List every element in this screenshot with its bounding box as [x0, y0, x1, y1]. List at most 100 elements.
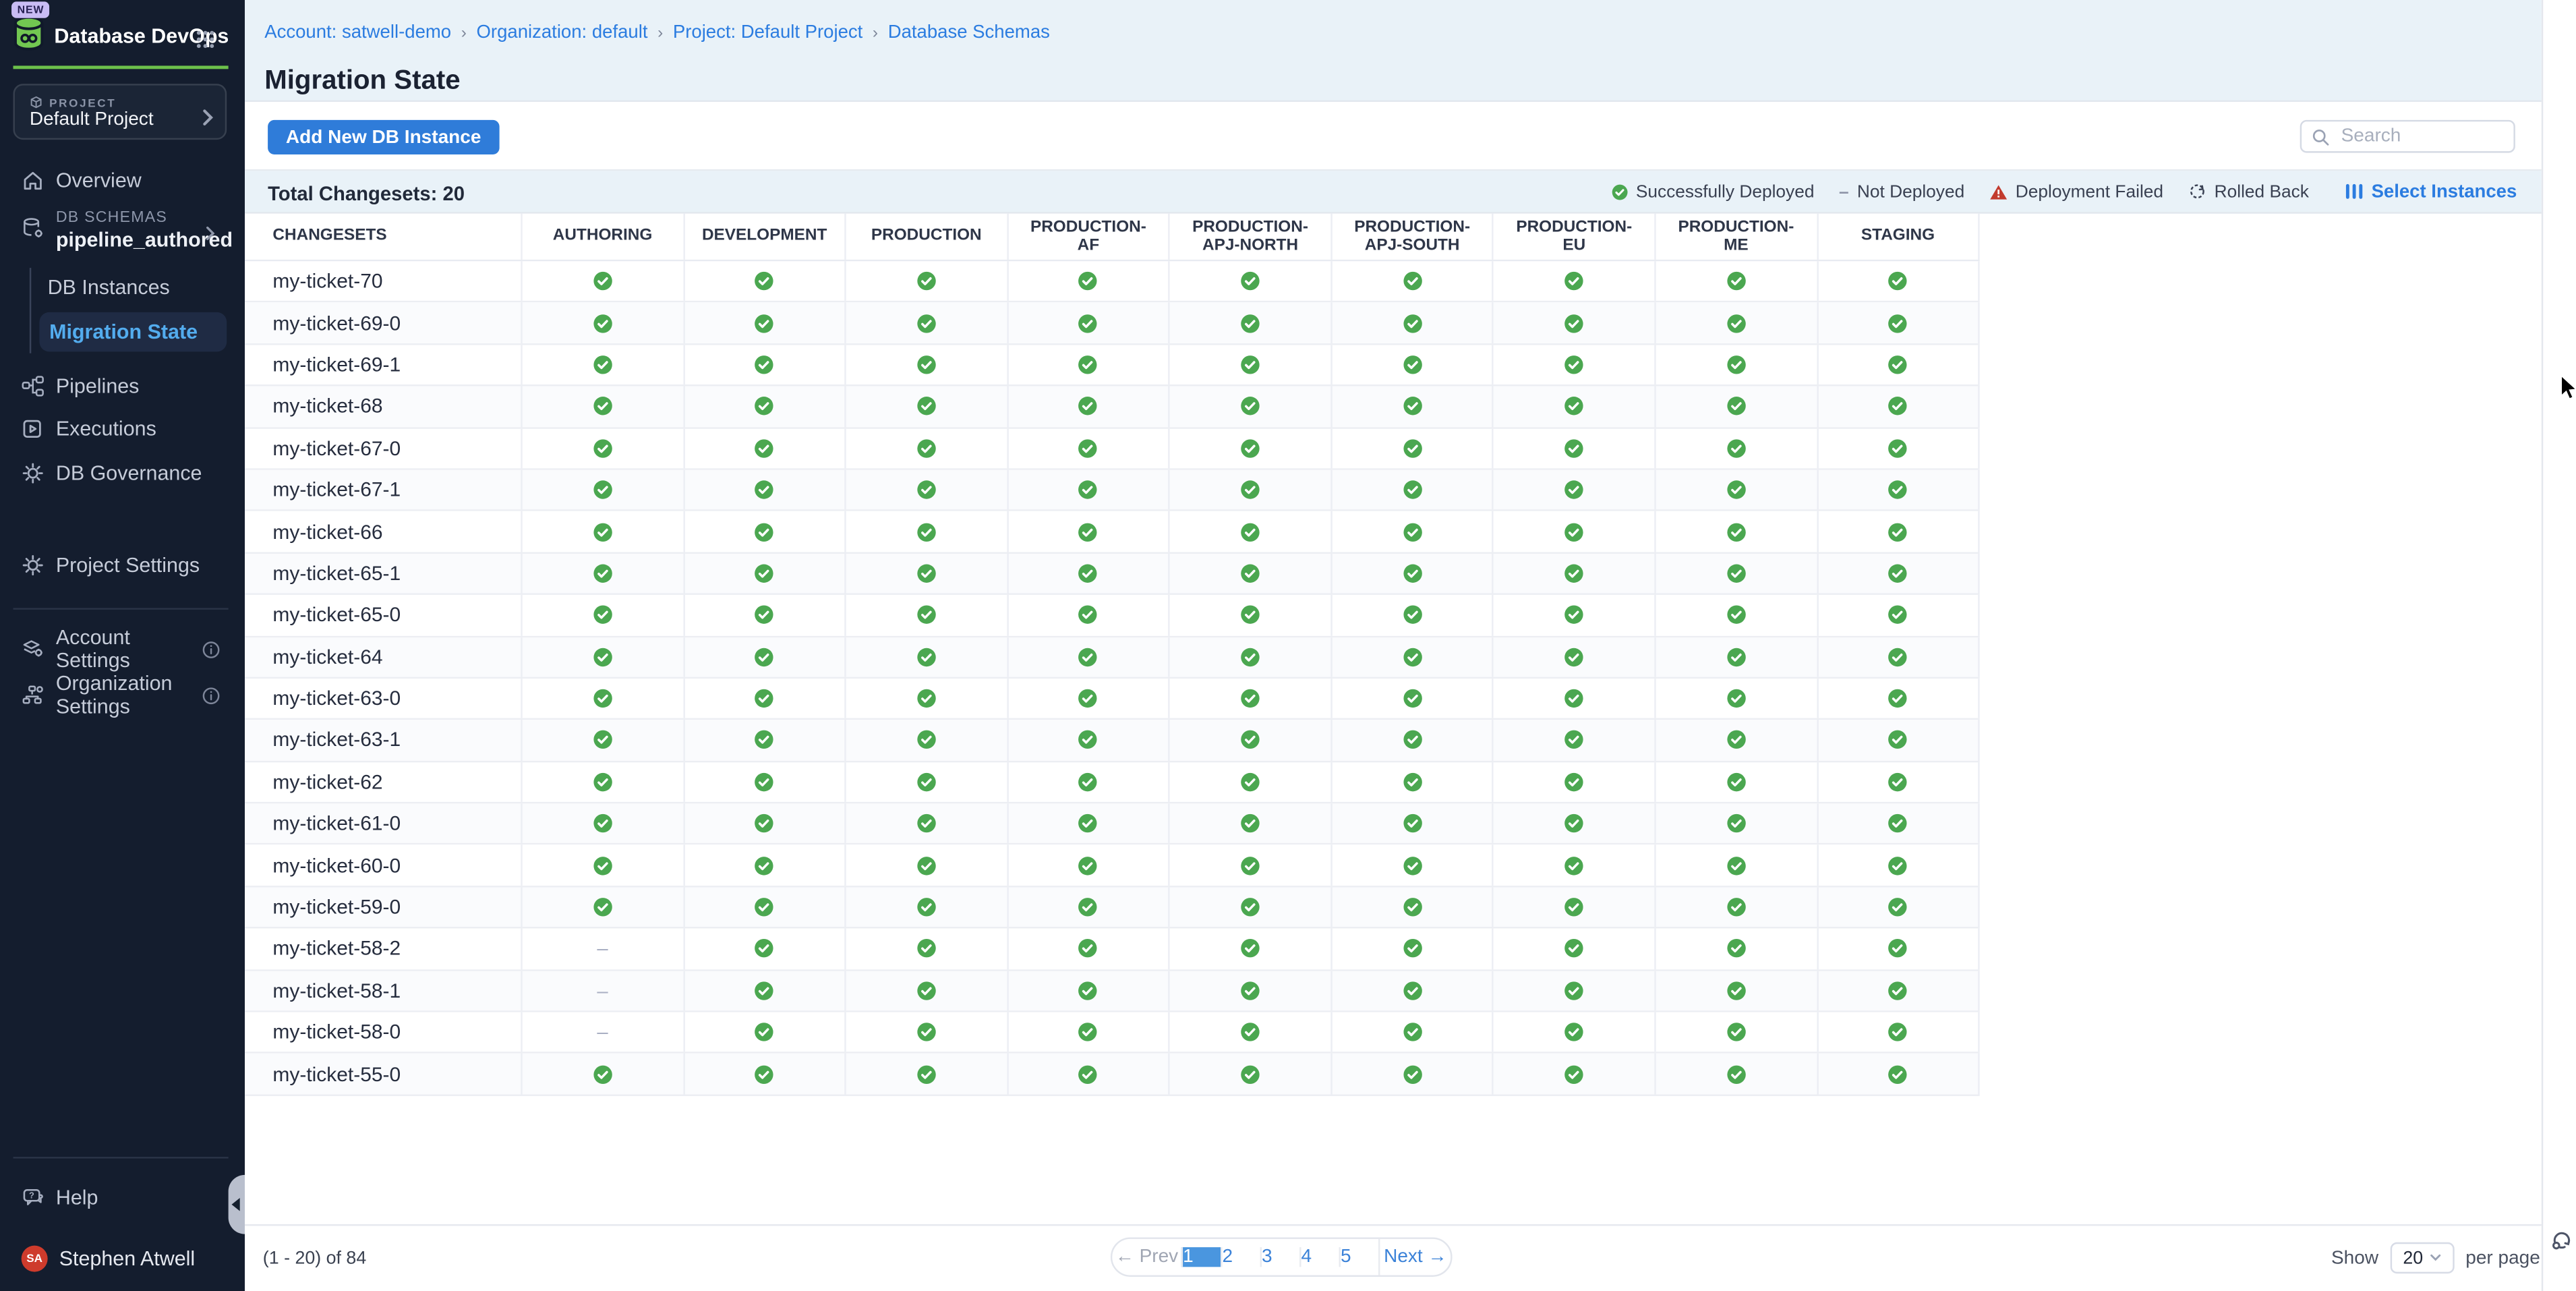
breadcrumb-link[interactable]: Organization: default	[477, 23, 648, 42]
status-deployed	[1818, 887, 1980, 927]
page-button-4[interactable]: 4	[1299, 1247, 1339, 1267]
deployed-check-icon	[1403, 438, 1422, 458]
sidebar-item-db-governance[interactable]: DB Governance	[0, 457, 245, 490]
deployed-check-icon	[755, 897, 774, 917]
sidebar-item-label: Account Settings	[56, 626, 191, 672]
info-icon[interactable]	[202, 640, 221, 658]
pager: ← Prev 12345 Next →	[1111, 1237, 1453, 1276]
app-grid-icon[interactable]	[196, 28, 215, 47]
deployed-check-icon	[1078, 522, 1098, 542]
deployed-check-icon	[1403, 814, 1422, 834]
deployed-check-icon	[916, 1023, 936, 1042]
status-deployed	[1170, 595, 1332, 635]
status-deployed	[1332, 637, 1494, 677]
breadcrumb-separator: ›	[657, 24, 663, 42]
status-deployed	[1008, 553, 1170, 593]
deployed-check-icon	[1078, 772, 1098, 792]
per-page-select[interactable]: 20	[2390, 1242, 2454, 1273]
sidebar-item-db-schemas[interactable]: DB SCHEMAS pipeline_authored	[0, 207, 245, 253]
sidebar-item-pipelines[interactable]: Pipelines	[0, 370, 245, 403]
page-button-1[interactable]: 1	[1181, 1247, 1221, 1267]
deployed-check-icon	[755, 522, 774, 542]
status-deployed	[1170, 720, 1332, 760]
deployed-check-icon	[755, 271, 774, 291]
add-db-instance-button[interactable]: Add New DB Instance	[268, 120, 499, 154]
status-deployed	[1332, 679, 1494, 718]
status-deployed	[1818, 720, 1980, 760]
sidebar-item-account-settings[interactable]: Account Settings	[0, 633, 245, 666]
sidebar-item-label: Pipelines	[56, 374, 140, 397]
status-deployed	[523, 345, 684, 384]
status-not-deployed: –	[523, 1012, 684, 1052]
status-deployed	[1170, 1012, 1332, 1052]
deployed-check-icon	[916, 981, 936, 1000]
breadcrumb-link[interactable]: Database Schemas	[888, 23, 1050, 42]
sidebar-item-project-settings[interactable]: Project Settings	[0, 549, 245, 582]
deployed-check-icon	[916, 772, 936, 792]
sidebar-item-organization-settings[interactable]: Organization Settings	[0, 679, 245, 712]
support-icon[interactable]	[2550, 1229, 2573, 1260]
deployed-check-icon	[1403, 605, 1422, 625]
table-body: my-ticket-70my-ticket-69-0my-ticket-69-1…	[245, 261, 1980, 1095]
status-deployed	[1008, 386, 1170, 426]
page-button-5[interactable]: 5	[1339, 1247, 1378, 1267]
page-button-2[interactable]: 2	[1221, 1247, 1260, 1267]
deployed-check-icon	[1403, 772, 1422, 792]
changeset-name: my-ticket-60-0	[245, 845, 523, 885]
status-deployed	[1656, 762, 1818, 802]
deployed-check-icon	[1564, 1023, 1584, 1042]
select-instances-icon	[2347, 184, 2363, 199]
sidebar-item-db-instances[interactable]: DB Instances	[0, 272, 245, 302]
status-deployed	[1494, 1012, 1656, 1052]
app-window: NEW Database DevOps	[0, 0, 2576, 1291]
deployed-check-icon	[1403, 647, 1422, 666]
next-page-button[interactable]: Next →	[1378, 1239, 1451, 1275]
breadcrumb-link[interactable]: Account: satwell-demo	[264, 23, 451, 42]
changeset-name: my-ticket-63-1	[245, 720, 523, 760]
status-deployed	[846, 762, 1008, 802]
prev-page-button[interactable]: ← Prev	[1112, 1239, 1181, 1275]
deployed-check-icon	[1078, 605, 1098, 625]
deployed-check-icon	[1888, 313, 1908, 333]
deployed-check-icon	[1403, 939, 1422, 958]
changeset-name: my-ticket-59-0	[245, 887, 523, 927]
sidebar-collapse-handle[interactable]	[229, 1175, 245, 1234]
status-deployed	[523, 386, 684, 426]
page-button-3[interactable]: 3	[1260, 1247, 1299, 1267]
status-deployed	[684, 345, 846, 384]
table-row: my-ticket-63-1	[245, 720, 1980, 762]
deployed-check-icon	[1888, 730, 1908, 750]
column-header: DEVELOPMENT	[684, 214, 846, 260]
status-deployed	[846, 470, 1008, 510]
status-deployed	[1494, 386, 1656, 426]
sidebar-item-executions[interactable]: Executions	[0, 412, 245, 445]
sidebar-item-help[interactable]: ? Help	[0, 1182, 245, 1215]
status-deployed	[1818, 971, 1980, 1010]
status-deployed	[1332, 929, 1494, 969]
not-deployed-dash: –	[597, 979, 608, 1002]
status-deployed	[523, 720, 684, 760]
main-content: Account: satwell-demo › Organization: defa…	[245, 0, 2542, 1291]
status-deployed	[1332, 512, 1494, 552]
sidebar-item-migration-state[interactable]: Migration State	[39, 312, 227, 351]
info-icon[interactable]	[202, 686, 221, 704]
sidebar-item-overview[interactable]: Overview	[0, 165, 245, 198]
search-box[interactable]	[2300, 120, 2515, 153]
status-deployed	[1656, 553, 1818, 593]
deployed-check-icon	[916, 480, 936, 500]
mouse-cursor	[2560, 374, 2576, 411]
status-deployed	[1332, 261, 1494, 301]
status-deployed	[1656, 303, 1818, 343]
breadcrumb-link[interactable]: Project: Default Project	[673, 23, 862, 42]
status-deployed	[846, 553, 1008, 593]
select-instances-button[interactable]: Select Instances	[2347, 181, 2517, 201]
result-range: (1 - 20) of 84	[263, 1249, 366, 1269]
deployed-check-icon	[1403, 981, 1422, 1000]
status-deployed	[1494, 345, 1656, 384]
project-selector[interactable]: PROJECT Default Project	[13, 84, 227, 140]
status-deployed	[1170, 386, 1332, 426]
user-menu[interactable]: SA Stephen Atwell	[0, 1240, 245, 1277]
search-input[interactable]	[2338, 125, 2504, 148]
status-deployed	[1656, 929, 1818, 969]
status-deployed	[523, 512, 684, 552]
